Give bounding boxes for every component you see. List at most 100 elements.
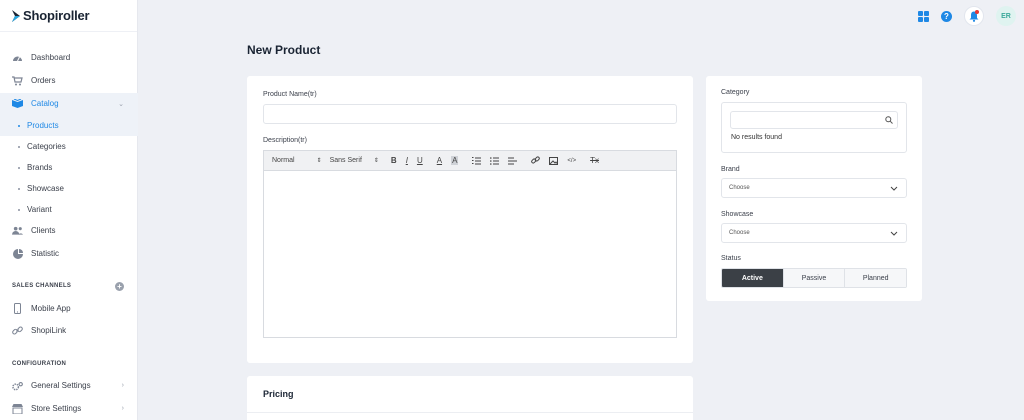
sidebar-item-label: Statistic: [31, 249, 60, 258]
font-select-value: Sans Serif: [329, 157, 362, 164]
sidebar-subitem-label: Categories: [27, 142, 66, 151]
font-select[interactable]: Sans Serif ⇕: [330, 157, 379, 164]
sidebar-subitem-variant[interactable]: Variant: [0, 199, 138, 220]
select-arrows-icon: ⇕: [373, 158, 379, 164]
chevron-right-icon: ›: [121, 405, 124, 412]
underline-button[interactable]: U: [417, 156, 423, 165]
search-icon: [885, 116, 893, 124]
product-name-label: Product Name(tr): [263, 91, 317, 98]
brand-logo[interactable]: Shopiroller: [0, 0, 137, 32]
heading-select-value: Normal: [272, 157, 295, 164]
status-option-planned[interactable]: Planned: [844, 269, 906, 287]
sidebar-item-dashboard[interactable]: Dashboard: [0, 47, 138, 68]
bold-button[interactable]: B: [391, 156, 397, 165]
sidebar-item-label: Clients: [31, 226, 56, 235]
sidebar-item-store-settings[interactable]: Store Settings ›: [0, 398, 138, 419]
users-icon: [12, 225, 23, 236]
pricing-title: Pricing: [263, 389, 294, 399]
text-color-button[interactable]: A: [437, 156, 442, 165]
link-icon: [12, 325, 23, 336]
status-segmented-control: Active Passive Planned: [721, 268, 907, 288]
showcase-select[interactable]: Choose: [721, 223, 907, 243]
sidebar-subitem-products[interactable]: Products: [0, 115, 138, 136]
background-color-button[interactable]: A: [451, 156, 459, 165]
sidebar-item-shopilink[interactable]: ShopiLink: [0, 320, 138, 341]
description-label: Description(tr): [263, 137, 307, 144]
sidebar-item-general-settings[interactable]: General Settings ›: [0, 375, 138, 396]
notifications-button[interactable]: [964, 6, 984, 26]
avatar[interactable]: ER: [996, 6, 1016, 26]
description-editor[interactable]: [263, 170, 677, 338]
chevron-right-icon: ›: [121, 382, 124, 389]
add-channel-icon[interactable]: +: [115, 282, 124, 291]
bullet-icon: [18, 166, 20, 169]
product-name-input[interactable]: [263, 104, 677, 124]
showcase-label: Showcase: [721, 211, 754, 218]
help-icon[interactable]: ?: [941, 10, 952, 22]
cart-icon: [12, 75, 23, 86]
clear-format-button[interactable]: Tx: [590, 156, 599, 165]
align-icon[interactable]: [508, 157, 518, 165]
sidebar-item-label: Store Settings: [31, 404, 82, 413]
catalog-icon: [12, 98, 23, 109]
sidebar-subitem-brands[interactable]: Brands: [0, 157, 138, 178]
no-results-text: No results found: [731, 134, 782, 141]
pie-chart-icon: [12, 248, 23, 259]
showcase-select-value: Choose: [729, 230, 750, 236]
sidebar-item-orders[interactable]: Orders: [0, 70, 138, 91]
italic-button[interactable]: I: [406, 156, 408, 165]
sidebar-item-clients[interactable]: Clients: [0, 220, 138, 241]
apps-grid-icon[interactable]: [918, 10, 929, 22]
pricing-card: [247, 376, 693, 420]
status-label: Status: [721, 255, 741, 262]
brand-select[interactable]: Choose: [721, 178, 907, 198]
bullet-icon: [18, 145, 20, 148]
sidebar-item-mobile-app[interactable]: Mobile App: [0, 298, 138, 319]
sidebar-item-statistic[interactable]: Statistic: [0, 243, 138, 264]
sidebar-subitem-label: Variant: [27, 205, 52, 214]
sidebar-item-label: Dashboard: [31, 53, 71, 62]
category-search-input[interactable]: [730, 111, 898, 129]
sidebar-item-catalog[interactable]: Catalog ⌄: [0, 93, 138, 114]
sales-channels-heading: SALES CHANNELS: [12, 283, 72, 289]
category-label: Category: [721, 89, 750, 96]
header-actions: ? ER: [918, 6, 1016, 26]
link-icon[interactable]: [531, 156, 541, 165]
chevron-down-icon: ⌄: [118, 100, 124, 108]
brand-name: Shopiroller: [23, 8, 90, 23]
sidebar-item-label: Orders: [31, 76, 56, 85]
code-icon[interactable]: </>: [567, 158, 576, 164]
bullet-icon: [18, 208, 20, 211]
brand-label: Brand: [721, 166, 740, 173]
bullet-icon: [18, 124, 20, 127]
sidebar: Shopiroller Dashboard Orders Catalog ⌄ P…: [0, 0, 138, 420]
store-icon: [12, 403, 23, 414]
bullet-icon: [18, 187, 20, 190]
shopiroller-logo-icon: [12, 9, 20, 22]
sidebar-subitem-label: Showcase: [27, 184, 64, 193]
editor-toolbar: Normal ⇕ Sans Serif ⇕ B I U A A </> Tx: [263, 150, 677, 170]
select-arrows-icon: ⇕: [316, 158, 322, 164]
status-option-active[interactable]: Active: [722, 269, 783, 287]
bullet-list-icon[interactable]: [490, 156, 500, 165]
sidebar-subitem-categories[interactable]: Categories: [0, 136, 138, 157]
sidebar-subitem-label: Brands: [27, 163, 53, 172]
notification-badge: [975, 10, 979, 14]
sidebar-item-label: Mobile App: [31, 304, 71, 313]
dashboard-icon: [12, 52, 23, 63]
page-title: New Product: [247, 43, 321, 57]
sidebar-item-label: Catalog: [31, 99, 59, 108]
sidebar-subitem-showcase[interactable]: Showcase: [0, 178, 138, 199]
heading-select[interactable]: Normal ⇕: [272, 157, 322, 164]
ordered-list-icon[interactable]: [472, 156, 482, 165]
gears-icon: [12, 380, 23, 391]
sidebar-item-label: General Settings: [31, 381, 91, 390]
mobile-phone-icon: [12, 303, 23, 314]
chevron-down-icon: [890, 186, 898, 191]
status-option-passive[interactable]: Passive: [782, 269, 845, 287]
image-icon[interactable]: [549, 156, 559, 165]
sidebar-subitem-label: Products: [27, 121, 59, 130]
sidebar-item-label: ShopiLink: [31, 326, 67, 335]
brand-select-value: Choose: [729, 185, 750, 191]
chevron-down-icon: [890, 231, 898, 236]
